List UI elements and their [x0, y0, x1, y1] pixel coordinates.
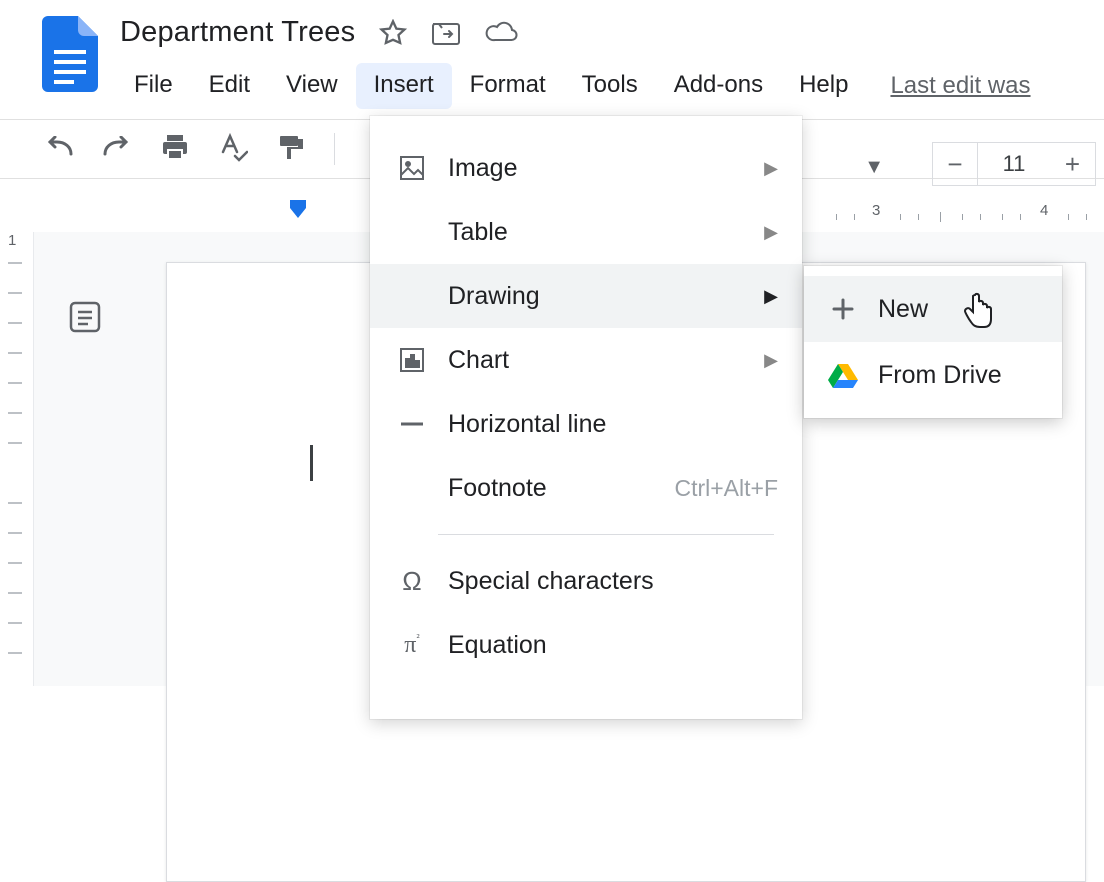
text-cursor — [310, 445, 313, 481]
undo-icon[interactable] — [44, 136, 74, 163]
paint-format-icon[interactable] — [276, 132, 306, 167]
menu-tools[interactable]: Tools — [564, 63, 656, 109]
ruler-dash — [8, 292, 22, 294]
ruler-minor-tick — [962, 214, 963, 220]
ruler-dash — [8, 322, 22, 324]
ruler-dash — [8, 592, 22, 594]
insert-horizontal-line-label: Horizontal line — [448, 410, 606, 439]
insert-special-characters-label: Special characters — [448, 567, 654, 596]
redo-icon[interactable] — [102, 136, 132, 163]
font-size-value[interactable]: 11 — [978, 142, 1050, 186]
pointer-cursor-icon — [962, 292, 994, 337]
ruler-tick: 1 — [8, 232, 16, 249]
insert-equation-label: Equation — [448, 631, 547, 660]
drawing-new-label: New — [878, 295, 928, 324]
insert-special-characters[interactable]: Ω Special characters — [370, 549, 802, 613]
ruler-minor-tick — [1068, 214, 1069, 220]
insert-chart-label: Chart — [448, 346, 509, 375]
omega-icon: Ω — [398, 566, 426, 597]
drawing-from-drive[interactable]: From Drive — [804, 342, 1062, 408]
menu-format[interactable]: Format — [452, 63, 564, 109]
horizontal-line-icon — [398, 411, 426, 437]
chart-icon — [398, 347, 426, 373]
ruler-minor-tick — [1020, 214, 1021, 220]
star-icon[interactable] — [379, 19, 407, 47]
ruler-tick: 4 — [1040, 202, 1048, 219]
ruler-minor-tick — [900, 214, 901, 220]
move-icon[interactable] — [431, 20, 461, 46]
insert-footnote[interactable]: Footnote Ctrl+Alt+F — [370, 456, 802, 520]
insert-image[interactable]: Image ▶ — [370, 136, 802, 200]
ruler-dash — [8, 352, 22, 354]
menu-addons[interactable]: Add-ons — [656, 63, 781, 109]
ruler-dash — [8, 412, 22, 414]
ruler-minor-tick — [1086, 214, 1087, 220]
submenu-arrow-icon: ▶ — [764, 158, 778, 179]
menubar: File Edit View Insert Format Tools Add-o… — [116, 63, 1104, 109]
menu-edit[interactable]: Edit — [191, 63, 268, 109]
menu-divider — [438, 534, 774, 535]
ruler-minor-tick — [1002, 214, 1003, 220]
ruler-minor-tick — [918, 214, 919, 220]
ruler-dash — [8, 622, 22, 624]
toolbar-separator — [334, 133, 335, 165]
docs-logo-icon[interactable] — [42, 16, 98, 92]
ruler-dash — [8, 262, 22, 264]
ruler-minor-tick — [940, 212, 941, 222]
ruler-dash — [8, 562, 22, 564]
ruler-tick: 3 — [872, 202, 880, 219]
vertical-ruler[interactable]: 1 — [0, 232, 34, 686]
ruler-dash — [8, 652, 22, 654]
drawing-from-drive-label: From Drive — [878, 361, 1002, 390]
ruler-minor-tick — [836, 214, 837, 220]
ruler-dash — [8, 502, 22, 504]
insert-table-label: Table — [448, 218, 508, 247]
font-size-control: − 11 + — [932, 142, 1096, 186]
menu-insert[interactable]: Insert — [356, 63, 452, 109]
menu-file[interactable]: File — [116, 63, 191, 109]
cloud-saved-icon[interactable] — [485, 20, 519, 46]
ruler-minor-tick — [980, 214, 981, 220]
spellcheck-icon[interactable] — [218, 132, 248, 167]
insert-table[interactable]: Table ▶ — [370, 200, 802, 264]
font-size-decrease-button[interactable]: − — [932, 142, 978, 186]
insert-chart[interactable]: Chart ▶ — [370, 328, 802, 392]
insert-drawing-label: Drawing — [448, 282, 540, 311]
insert-equation[interactable]: π² Equation — [370, 613, 802, 677]
print-icon[interactable] — [160, 133, 190, 166]
insert-image-label: Image — [448, 154, 517, 183]
insert-dropdown: Image ▶ Table ▶ Drawing ▶ Chart ▶ Horizo… — [370, 116, 802, 719]
insert-drawing[interactable]: Drawing ▶ — [370, 264, 802, 328]
insert-horizontal-line[interactable]: Horizontal line — [370, 392, 802, 456]
equation-icon: π² — [398, 632, 426, 659]
menu-help[interactable]: Help — [781, 63, 866, 109]
ruler-minor-tick — [854, 214, 855, 220]
drive-icon — [828, 362, 858, 388]
ruler-dash — [8, 442, 22, 444]
drawing-submenu: New From Drive — [804, 266, 1062, 418]
document-outline-icon[interactable] — [62, 294, 108, 340]
insert-footnote-label: Footnote — [448, 474, 547, 503]
document-title[interactable]: Department Trees — [120, 16, 355, 49]
ruler-dash — [8, 532, 22, 534]
last-edit-link[interactable]: Last edit was — [890, 72, 1030, 100]
titlebar: Department Trees File Edit View Insert F… — [0, 0, 1104, 109]
image-icon — [398, 155, 426, 181]
submenu-arrow-icon: ▶ — [764, 350, 778, 371]
submenu-arrow-icon: ▶ — [764, 286, 778, 307]
drawing-new[interactable]: New — [804, 276, 1062, 342]
footnote-shortcut: Ctrl+Alt+F — [674, 475, 778, 502]
menu-view[interactable]: View — [268, 63, 356, 109]
ruler-dash — [8, 382, 22, 384]
submenu-arrow-icon: ▶ — [764, 222, 778, 243]
font-family-dropdown-caret-icon[interactable]: ▼ — [864, 156, 884, 179]
font-size-increase-button[interactable]: + — [1050, 142, 1096, 186]
plus-icon — [828, 296, 858, 322]
